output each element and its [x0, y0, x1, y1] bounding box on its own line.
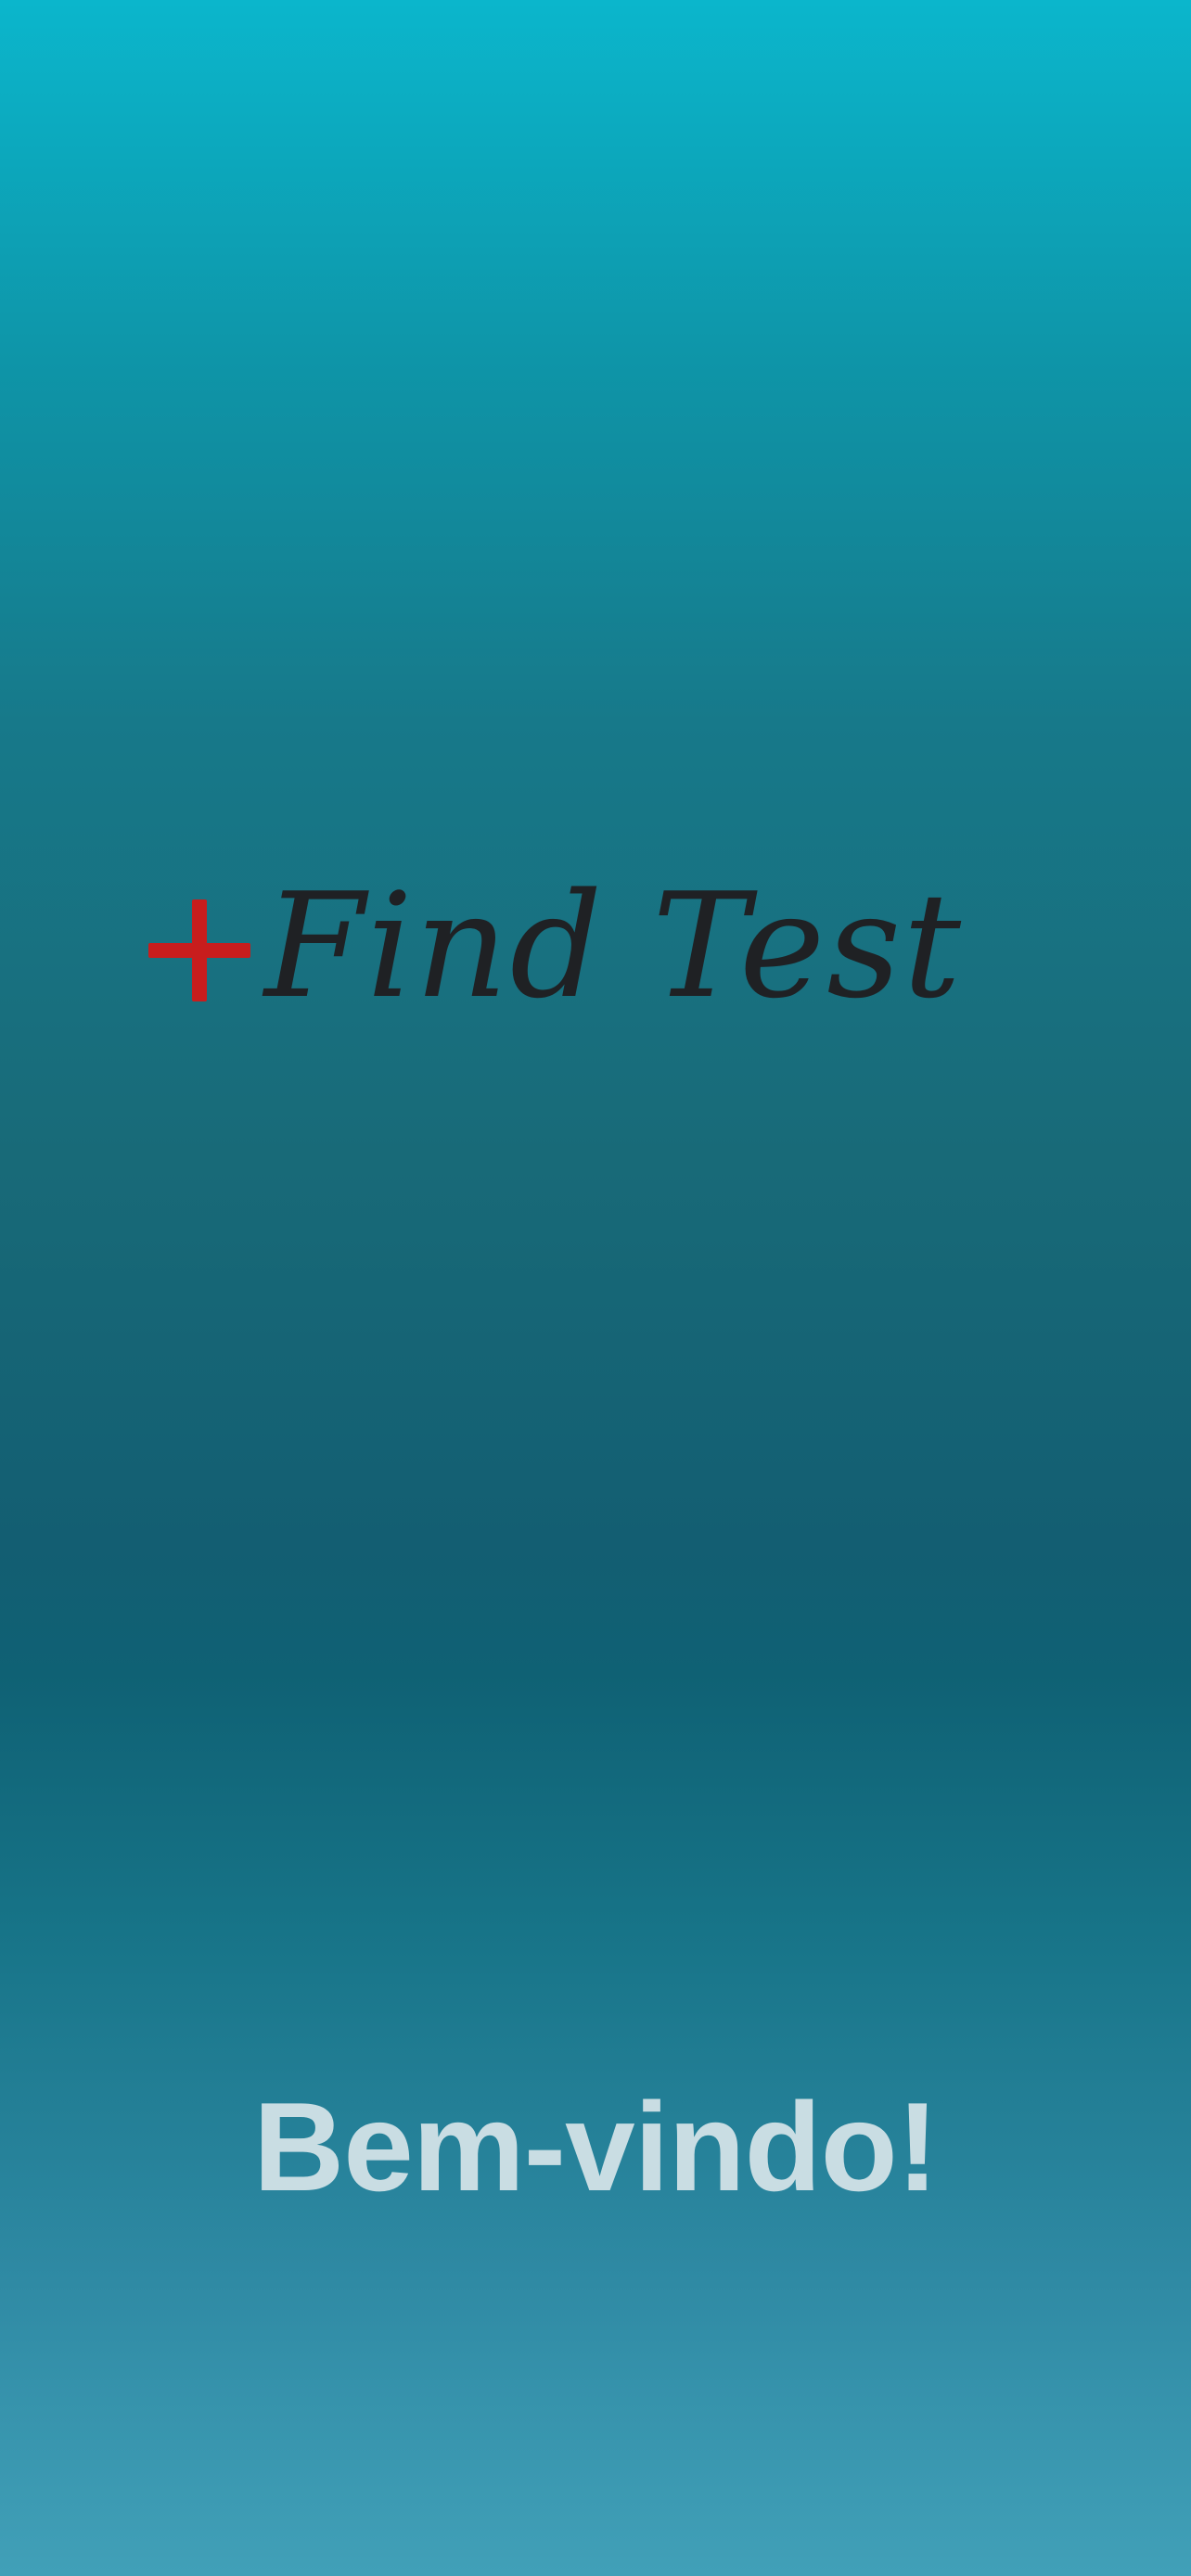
plus-icon-vertical-bar: [192, 899, 207, 1001]
splash-screen: Find Test Bem-vindo!: [0, 0, 1191, 2576]
plus-icon: [148, 899, 250, 1001]
welcome-text: Bem-vindo!: [253, 2076, 939, 2217]
app-logo: Find Test: [139, 853, 1048, 1039]
app-name: Find Test: [264, 861, 964, 1030]
